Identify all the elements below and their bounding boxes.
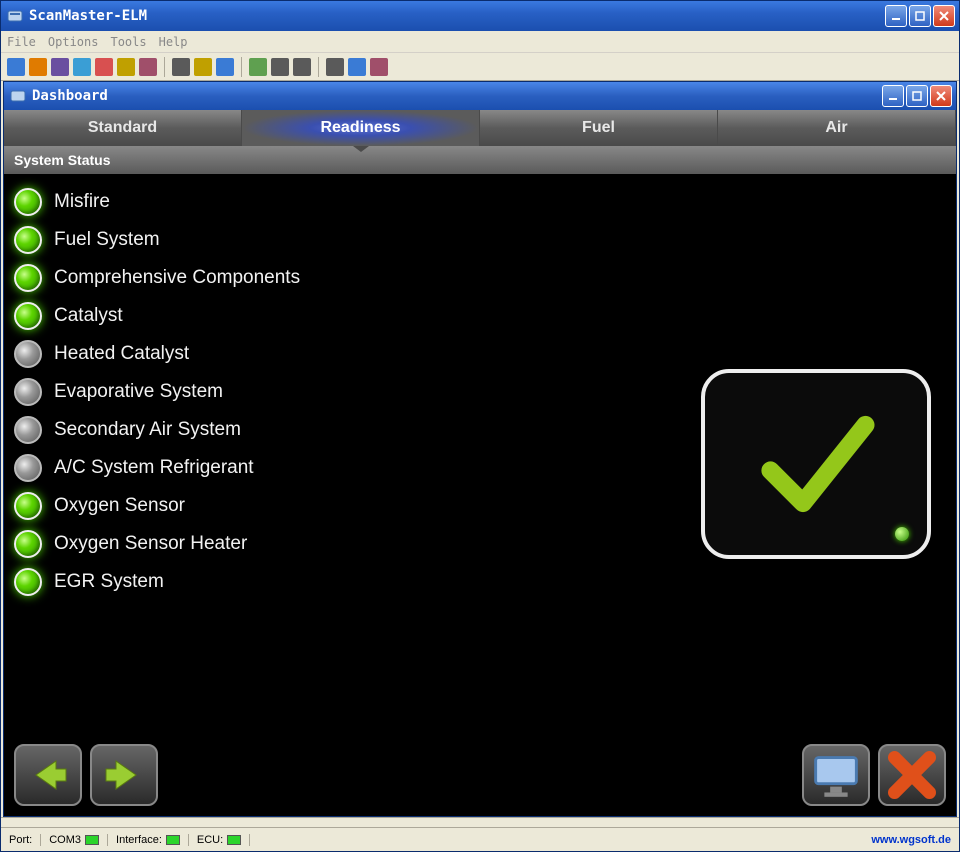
content-area: Misfire Fuel System Comprehensive Componen… (4, 174, 956, 816)
toolbar-icon-5[interactable] (117, 58, 135, 76)
bottom-buttons (14, 744, 946, 806)
status-led-icon (14, 416, 42, 444)
divider (1, 817, 959, 827)
status-item: Heated Catalyst (14, 340, 946, 368)
dashboard-window-controls (882, 85, 952, 107)
status-led-icon (14, 568, 42, 596)
status-led-icon (14, 378, 42, 406)
toolbar-icon-4[interactable] (95, 58, 113, 76)
maximize-button[interactable] (909, 5, 931, 27)
status-label: Misfire (54, 191, 110, 213)
status-label: A/C System Refrigerant (54, 457, 254, 479)
toolbar-icon-6[interactable] (139, 58, 157, 76)
prev-button[interactable] (14, 744, 82, 806)
statusbar: Port: COM3 Interface: ECU: www.wgsoft.de (1, 827, 959, 851)
menu-help[interactable]: Help (159, 35, 188, 49)
ecu-led-icon (227, 835, 241, 845)
status-led-icon (14, 226, 42, 254)
main-window: ScanMaster-ELM File Options Tools Help D… (0, 0, 960, 852)
app-icon (7, 8, 23, 24)
toolbar-icon-3[interactable] (73, 58, 91, 76)
minimize-button[interactable] (885, 5, 907, 27)
status-port-value: COM3 (49, 834, 108, 846)
status-label: Fuel System (54, 229, 160, 251)
status-led-icon (14, 340, 42, 368)
dashboard-close-button[interactable] (930, 85, 952, 107)
dashboard-titlebar: Dashboard (4, 82, 956, 110)
ecu-label: ECU: (197, 834, 223, 846)
status-led-icon (14, 188, 42, 216)
status-led-icon (14, 264, 42, 292)
main-window-controls (885, 5, 955, 27)
port-label: Port: (9, 834, 32, 846)
port-value: COM3 (49, 834, 81, 846)
tab-fuel[interactable]: Fuel (480, 110, 718, 146)
x-icon (880, 743, 944, 807)
menu-options[interactable]: Options (48, 35, 99, 49)
dashboard-icon (10, 88, 26, 104)
menubar: File Options Tools Help (1, 31, 959, 53)
toolbar-icon-2[interactable] (51, 58, 69, 76)
menu-tools[interactable]: Tools (110, 35, 146, 49)
section-header: System Status (4, 146, 956, 174)
status-label: Catalyst (54, 305, 123, 327)
main-titlebar: ScanMaster-ELM (1, 1, 959, 31)
status-led-icon (14, 530, 42, 558)
status-dot-icon (895, 527, 909, 541)
status-led-icon (14, 492, 42, 520)
arrow-left-icon (26, 753, 70, 797)
status-label: Secondary Air System (54, 419, 241, 441)
close-button[interactable] (933, 5, 955, 27)
status-item: Catalyst (14, 302, 946, 330)
status-item: Comprehensive Components (14, 264, 946, 292)
next-button[interactable] (90, 744, 158, 806)
toolbar-icon-13[interactable] (326, 58, 344, 76)
tab-air[interactable]: Air (718, 110, 956, 146)
checkmark-icon (741, 399, 891, 529)
cancel-button[interactable] (878, 744, 946, 806)
dashboard-window: Dashboard StandardReadinessFuelAir Syste… (3, 81, 957, 817)
tabs: StandardReadinessFuelAir (4, 110, 956, 146)
status-label: Evaporative System (54, 381, 223, 403)
menu-file[interactable]: File (7, 35, 36, 49)
interface-label: Interface: (116, 834, 162, 846)
status-ecu: ECU: (197, 834, 250, 846)
dashboard-minimize-button[interactable] (882, 85, 904, 107)
status-label: EGR System (54, 571, 164, 593)
arrow-right-icon (102, 753, 146, 797)
main-title: ScanMaster-ELM (29, 8, 885, 24)
toolbar-icon-1[interactable] (29, 58, 47, 76)
tab-standard[interactable]: Standard (4, 110, 242, 146)
dashboard-maximize-button[interactable] (906, 85, 928, 107)
toolbar-icon-7[interactable] (172, 58, 190, 76)
status-interface: Interface: (116, 834, 189, 846)
status-label: Heated Catalyst (54, 343, 189, 365)
toolbar-icon-8[interactable] (194, 58, 212, 76)
status-item: Misfire (14, 188, 946, 216)
interface-led-icon (166, 835, 180, 845)
toolbar-icon-9[interactable] (216, 58, 234, 76)
dashboard-title: Dashboard (32, 88, 882, 104)
status-label: Comprehensive Components (54, 267, 300, 289)
tab-readiness[interactable]: Readiness (242, 110, 480, 146)
monitor-icon (804, 743, 868, 807)
toolbar-icon-10[interactable] (249, 58, 267, 76)
readiness-check-panel (701, 369, 931, 559)
toolbar-icon-14[interactable] (348, 58, 366, 76)
vendor-url[interactable]: www.wgsoft.de (871, 834, 951, 846)
port-led-icon (85, 835, 99, 845)
toolbar-icon-0[interactable] (7, 58, 25, 76)
display-button[interactable] (802, 744, 870, 806)
toolbar (1, 53, 959, 81)
toolbar-icon-12[interactable] (293, 58, 311, 76)
status-port: Port: (9, 834, 41, 846)
status-item: Fuel System (14, 226, 946, 254)
status-led-icon (14, 454, 42, 482)
status-led-icon (14, 302, 42, 330)
status-label: Oxygen Sensor Heater (54, 533, 247, 555)
toolbar-icon-11[interactable] (271, 58, 289, 76)
status-item: EGR System (14, 568, 946, 596)
toolbar-icon-15[interactable] (370, 58, 388, 76)
status-label: Oxygen Sensor (54, 495, 185, 517)
